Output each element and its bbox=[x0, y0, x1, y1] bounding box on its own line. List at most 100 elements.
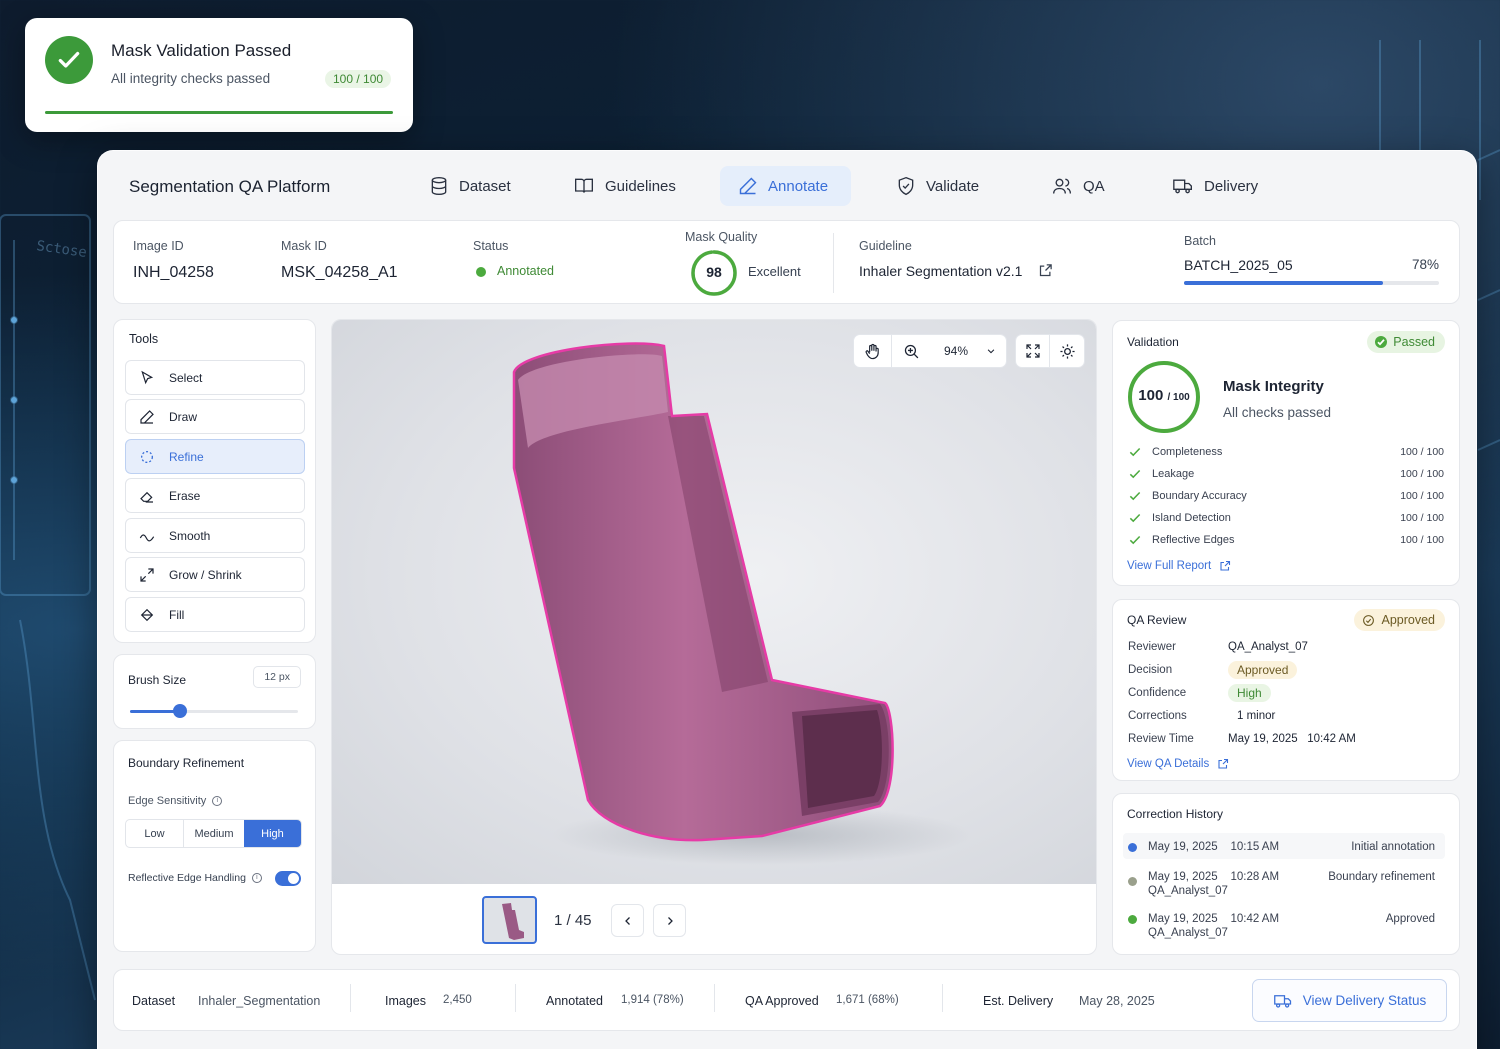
nav-label: Validate bbox=[926, 177, 980, 195]
next-image-button[interactable] bbox=[653, 904, 686, 937]
mask-id-value: MSK_04258_A1 bbox=[281, 264, 398, 281]
prev-image-button[interactable] bbox=[611, 904, 644, 937]
batch-label: Batch bbox=[1184, 234, 1216, 248]
view-delivery-status-text: View Delivery Status bbox=[1302, 993, 1427, 1008]
brightness-icon bbox=[1059, 343, 1075, 359]
edge-option-low[interactable]: Low bbox=[126, 820, 185, 847]
validation-passed-badge: Passed bbox=[1367, 331, 1445, 353]
brightness-button[interactable] bbox=[1050, 335, 1084, 367]
history-action: Approved bbox=[1385, 913, 1435, 925]
check-name: Completeness bbox=[1152, 446, 1223, 458]
qa-reviewer-label: Reviewer bbox=[1128, 641, 1176, 653]
edge-option-high[interactable]: High bbox=[243, 820, 301, 847]
image-id-label: Image ID bbox=[133, 239, 184, 253]
zoom-in-button[interactable] bbox=[892, 335, 930, 367]
qa-decision-value: Approved bbox=[1228, 661, 1298, 679]
users-icon bbox=[1053, 178, 1071, 194]
viewer-toolbar: 94% bbox=[853, 334, 1007, 368]
boundary-refinement-panel: Boundary Refinement Edge Sensitivity i L… bbox=[113, 740, 316, 952]
nav-tab-annotate[interactable]: Annotate bbox=[720, 166, 851, 206]
tool-select-button[interactable]: Select bbox=[125, 360, 305, 395]
mask-quality-label: Mask Quality bbox=[685, 230, 758, 244]
zoom-level-select[interactable]: 94% bbox=[930, 344, 1006, 358]
nav-tab-guidelines[interactable]: Guidelines bbox=[555, 166, 694, 206]
nav-tab-delivery[interactable]: Delivery bbox=[1154, 166, 1276, 206]
brush-slider-track[interactable] bbox=[130, 704, 298, 718]
book-icon bbox=[575, 178, 593, 193]
thumbnail-current[interactable] bbox=[482, 896, 537, 944]
tool-refine-button[interactable]: Refine bbox=[125, 439, 305, 474]
reflective-edge-text: Reflective Edge Handling bbox=[128, 872, 246, 884]
nav-tab-dataset[interactable]: Dataset bbox=[411, 166, 529, 206]
history-user: QA_Analyst_07 bbox=[1148, 927, 1228, 939]
validation-score-value: 100 bbox=[1138, 387, 1164, 404]
tool-erase-button[interactable]: Erase bbox=[125, 478, 305, 513]
history-user: QA_Analyst_07 bbox=[1148, 885, 1228, 897]
bucket-icon bbox=[140, 608, 154, 621]
history-dot-icon bbox=[1128, 877, 1137, 886]
batch-progress-track bbox=[1184, 281, 1439, 285]
check-row-completeness: Completeness 100 / 100 bbox=[1128, 443, 1444, 461]
zoom-level-value: 94% bbox=[944, 344, 969, 358]
status-value: Annotated bbox=[497, 264, 554, 278]
tool-label: Fill bbox=[169, 607, 185, 622]
mask-integrity-sub: All checks passed bbox=[1223, 405, 1332, 420]
pan-tool-button[interactable] bbox=[854, 335, 892, 367]
view-qa-details-link[interactable]: View QA Details bbox=[1127, 758, 1229, 770]
fullscreen-button[interactable] bbox=[1016, 335, 1051, 367]
image-viewer: 94% 1 / 45 bbox=[331, 319, 1097, 955]
image-pagination: 1 / 45 bbox=[554, 912, 592, 929]
footer-annotated-value: 1,914 (78%) bbox=[621, 994, 684, 1006]
check-icon bbox=[1129, 491, 1141, 501]
view-delivery-status-button[interactable]: View Delivery Status bbox=[1252, 979, 1447, 1022]
check-circle-icon bbox=[1375, 336, 1388, 348]
validation-score: 100 / 100 bbox=[1126, 387, 1202, 404]
check-circle-outline-icon bbox=[1363, 614, 1375, 626]
edge-option-medium[interactable]: Medium bbox=[184, 820, 244, 847]
zoom-in-icon bbox=[904, 344, 918, 358]
external-link-icon[interactable] bbox=[1038, 263, 1053, 278]
qa-corrections-label: Corrections bbox=[1128, 710, 1187, 722]
batch-value: BATCH_2025_05 bbox=[1184, 257, 1293, 273]
cursor-icon bbox=[141, 370, 154, 384]
brush-size-value[interactable]: 12 px bbox=[253, 666, 301, 688]
tool-smooth-button[interactable]: Smooth bbox=[125, 518, 305, 553]
history-item: May 19, 2025 10:28 AM QA_Analyst_07 Boun… bbox=[1128, 871, 1435, 905]
qa-review-time-value: May 19, 2025 10:42 AM bbox=[1228, 733, 1356, 745]
quality-score: 98 bbox=[706, 264, 722, 280]
external-link-icon bbox=[1220, 560, 1231, 571]
brush-slider-handle[interactable] bbox=[173, 704, 188, 718]
view-full-report-link[interactable]: View Full Report bbox=[1127, 560, 1231, 572]
qa-badge-text: Approved bbox=[1381, 613, 1435, 627]
status-dot-icon bbox=[476, 267, 486, 277]
nav-tab-validate[interactable]: Validate bbox=[878, 166, 997, 206]
chevron-down-icon bbox=[987, 349, 995, 354]
view-full-report-text: View Full Report bbox=[1127, 560, 1212, 572]
footer-dataset-value: Inhaler_Segmentation bbox=[198, 994, 321, 1008]
correction-history-title: Correction History bbox=[1127, 807, 1224, 821]
eraser-icon bbox=[140, 491, 153, 503]
history-item: May 19, 2025 10:15 AM Initial annotation bbox=[1128, 841, 1435, 859]
check-icon bbox=[1129, 447, 1141, 457]
truck-icon bbox=[1173, 179, 1192, 194]
tool-fill-button[interactable]: Fill bbox=[125, 597, 305, 632]
fullscreen-icon bbox=[1025, 344, 1040, 358]
view-qa-details-text: View QA Details bbox=[1127, 758, 1210, 770]
history-dot-icon bbox=[1128, 843, 1137, 852]
qa-confidence-label: Confidence bbox=[1128, 687, 1187, 699]
nav-tab-qa[interactable]: QA bbox=[1033, 166, 1123, 206]
check-icon bbox=[1129, 469, 1141, 479]
mask-integrity-title: Mask Integrity bbox=[1223, 378, 1324, 395]
tool-draw-button[interactable]: Draw bbox=[125, 399, 305, 434]
svg-text:Sctose: Sctose bbox=[35, 238, 87, 261]
brush-size-title: Brush Size bbox=[128, 673, 187, 687]
qa-review-panel: QA Review Approved Reviewer QA_Analyst_0… bbox=[1112, 599, 1460, 781]
check-name: Island Detection bbox=[1152, 512, 1231, 524]
reflective-edge-toggle[interactable] bbox=[275, 871, 301, 886]
image-canvas[interactable] bbox=[332, 320, 1096, 884]
tool-grow-shrink-button[interactable]: Grow / Shrink bbox=[125, 557, 305, 592]
history-item: May 19, 2025 10:42 AM QA_Analyst_07 Appr… bbox=[1128, 913, 1435, 947]
check-row-island-detection: Island Detection 100 / 100 bbox=[1128, 509, 1444, 527]
tool-label: Erase bbox=[169, 488, 201, 503]
nav-label: Annotate bbox=[768, 177, 829, 195]
